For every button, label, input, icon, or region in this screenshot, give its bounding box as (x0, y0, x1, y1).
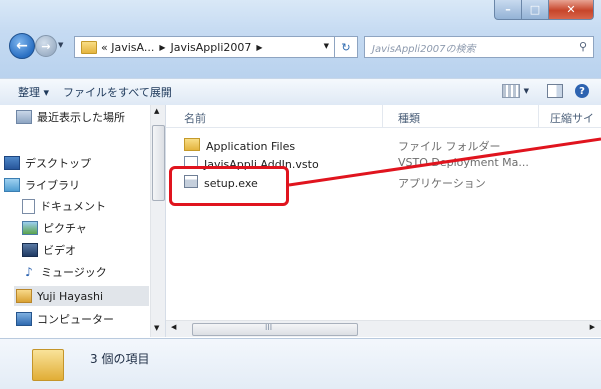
pointer-line (288, 137, 601, 187)
annotation-arrow (288, 137, 601, 187)
explorer-window: – □ ✕ ← → ▼ « JavisA... ▶ JavisAppli2007… (0, 0, 601, 389)
